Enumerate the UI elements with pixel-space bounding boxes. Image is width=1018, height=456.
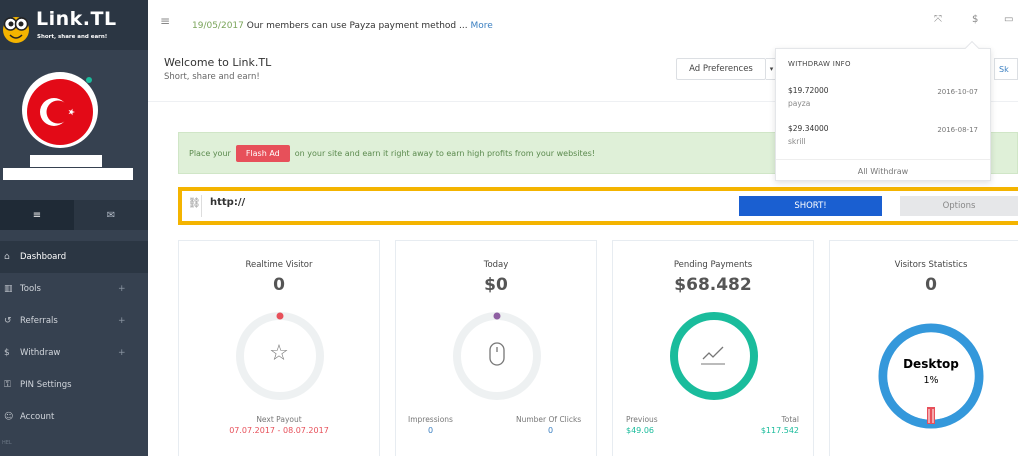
pending-payments-card: Pending Payments $68.482 Previous $49.06… — [612, 240, 814, 456]
key-icon: ⚿ — [4, 380, 11, 390]
clicks-value: 0 — [548, 426, 554, 435]
realtime-visitor-card: Realtime Visitor 0 ☆ Next Payout 07.07.2… — [178, 240, 380, 456]
dollar-icon: $ — [4, 348, 10, 358]
page-title: Welcome to Link.TL — [164, 56, 272, 69]
sidebar-item-label: PIN Settings — [20, 380, 72, 390]
previous-value: $49.06 — [626, 426, 654, 435]
visitors-statistics-card: Visitors Statistics 0 Desktop 1% — [829, 240, 1018, 456]
alert-text-after: on your site and earn it right away to e… — [294, 148, 595, 158]
mouse-icon — [489, 342, 505, 366]
trend-icon — [702, 346, 724, 360]
referrals-icon: ↺ — [4, 316, 12, 326]
url-shortener: ⛓ http:// SHORT! Options — [178, 187, 1018, 225]
sidebar: Link.TL Short, share and earn! ≡ ✉ ⌂ Das… — [0, 0, 148, 456]
tab-menu[interactable]: ≡ — [0, 200, 74, 230]
sidebar-item-dashboard[interactable]: ⌂ Dashboard — [0, 241, 148, 273]
divider — [201, 195, 202, 217]
sidebar-item-label: Tools — [20, 284, 41, 294]
sidebar-item-pin-settings[interactable]: ⚿ PIN Settings — [0, 369, 148, 401]
withdraw-method: payza — [788, 99, 811, 108]
avatar[interactable] — [20, 70, 100, 150]
sidebar-tabs: ≡ ✉ — [0, 200, 148, 230]
next-payout-label: Next Payout — [256, 415, 302, 424]
visitors-donut — [878, 323, 984, 429]
menu-toggle-icon[interactable]: ≡ — [160, 14, 170, 28]
plus-icon: + — [118, 284, 126, 294]
ring-track — [453, 312, 541, 400]
brand-subtitle: Short, share and earn! — [37, 34, 108, 40]
device-percent: 1% — [923, 375, 939, 386]
sidebar-item-withdraw[interactable]: $ Withdraw + — [0, 337, 148, 369]
fullscreen-icon[interactable]: ⤧ — [934, 14, 942, 25]
today-card: Today $0 Impressions 0 Number Of Clicks … — [395, 240, 597, 456]
alert-text-before: Place your — [189, 148, 231, 158]
tab-messages[interactable]: ✉ — [74, 200, 148, 230]
online-status-dot — [86, 77, 92, 83]
donut-slice-accent — [927, 407, 935, 424]
total-label: Total — [781, 415, 799, 424]
skype-label: Sk — [999, 64, 1009, 74]
plus-icon: + — [118, 316, 126, 326]
skype-button[interactable]: Sk — [994, 58, 1018, 80]
user-email-redacted — [3, 168, 133, 180]
short-button[interactable]: SHORT! — [739, 196, 882, 216]
link-icon: ⛓ — [188, 198, 201, 209]
withdraw-method: skrill — [788, 137, 806, 146]
next-payout-value: 07.07.2017 - 08.07.2017 — [229, 426, 329, 435]
ring-indicator — [276, 312, 284, 320]
tools-icon: ▥ — [4, 284, 13, 294]
withdraw-amount: $29.34000 — [788, 124, 829, 133]
ring-indicator — [493, 312, 501, 320]
sidebar-item-label: Referrals — [20, 316, 58, 326]
total-value: $117.542 — [760, 426, 799, 435]
logo[interactable]: Link.TL Short, share and earn! — [0, 0, 148, 50]
withdraw-date: 2016-08-17 — [937, 126, 978, 134]
ad-preferences-button[interactable]: Ad Preferences — [676, 58, 766, 80]
flash-ad-button[interactable]: Flash Ad — [235, 144, 290, 162]
withdraw-amount: $19.72000 — [788, 86, 829, 95]
brand-title: Link.TL — [36, 8, 117, 30]
clicks-label: Number Of Clicks — [516, 415, 582, 424]
sidebar-item-referrals[interactable]: ↺ Referrals + — [0, 305, 148, 337]
sidebar-item-label: Account — [20, 412, 55, 422]
user-icon: ☺ — [4, 412, 14, 422]
withdraw-date: 2016-10-07 — [937, 88, 978, 96]
sidebar-item-account[interactable]: ☺ Account — [0, 401, 148, 433]
dollar-icon[interactable]: $ — [972, 14, 978, 25]
sidebar-item-label: Dashboard — [20, 252, 67, 262]
plus-icon: + — [118, 348, 126, 358]
sidebar-item-tools[interactable]: ▥ Tools + — [0, 273, 148, 305]
all-withdraw-link[interactable]: All Withdraw — [776, 159, 990, 182]
owl-logo-icon — [3, 17, 29, 43]
options-button[interactable]: Options — [900, 196, 1018, 216]
previous-label: Previous — [626, 415, 658, 424]
hamburger-icon: ≡ — [32, 209, 42, 221]
home-icon: ⌂ — [4, 252, 10, 262]
page-subtitle: Short, share and earn! — [164, 72, 260, 82]
impressions-label: Impressions — [408, 415, 453, 424]
withdraw-info-dropdown: WITHDRAW INFO $19.72000 payza 2016-10-07… — [775, 40, 991, 182]
announcement: 19/05/2017 Our members can use Payza pay… — [192, 21, 493, 31]
device-label: Desktop — [903, 357, 959, 371]
star-icon: ☆ — [269, 341, 289, 366]
announcement-text: Our members can use Payza payment method… — [243, 21, 471, 31]
impressions-value: 0 — [428, 426, 434, 435]
announcement-more-link[interactable]: More — [470, 21, 492, 31]
sidebar-footer: HEL — [2, 440, 12, 446]
announcement-date: 19/05/2017 — [192, 21, 244, 31]
url-input[interactable]: http:// — [210, 197, 245, 208]
sidebar-item-label: Withdraw — [20, 348, 61, 358]
user-name-redacted — [30, 155, 102, 167]
envelope-icon: ✉ — [106, 209, 116, 221]
top-bar: ≡ 19/05/2017 Our members can use Payza p… — [148, 0, 1018, 50]
dropdown-header: WITHDRAW INFO — [788, 60, 851, 68]
comment-icon[interactable]: ▭ — [1004, 14, 1013, 25]
